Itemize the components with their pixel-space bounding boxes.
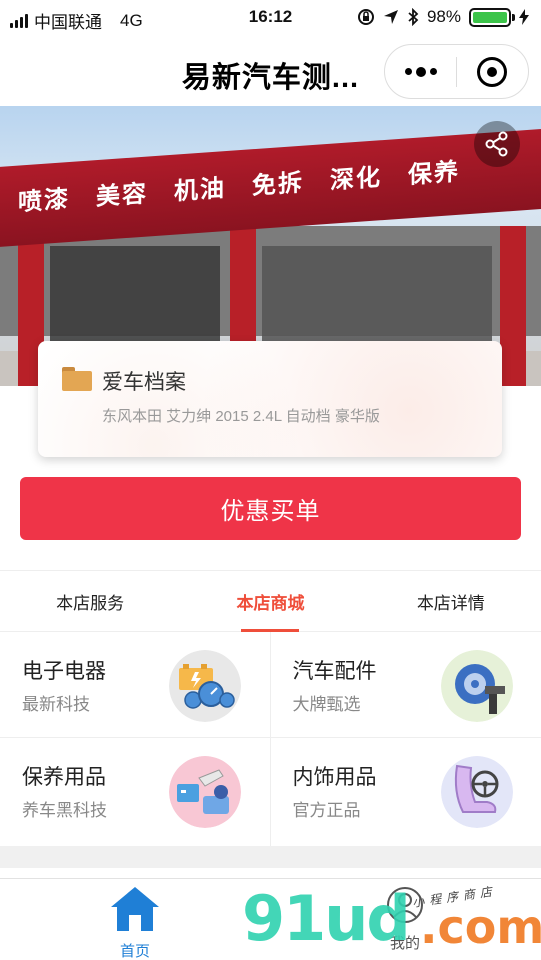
status-bar: 中国联通 4G 16:12 98%	[0, 0, 541, 36]
nav-bar: 易新汽车测...	[0, 36, 541, 106]
orientation-lock-icon	[357, 9, 374, 25]
tabbar-mine[interactable]: 我的	[355, 885, 455, 953]
bluetooth-icon	[408, 8, 419, 26]
close-target-icon	[477, 56, 508, 87]
category-car-parts[interactable]: 汽车配件 大牌甄选	[270, 632, 541, 738]
car-file-title: 爱车档案	[102, 371, 186, 394]
category-title: 汽车配件	[292, 660, 377, 683]
battery-icon	[469, 7, 515, 27]
bottom-tab-bar: 首页 我的	[0, 878, 541, 960]
electronics-gauge-icon	[169, 650, 241, 722]
tabbar-home-label: 首页	[119, 943, 150, 960]
category-title: 保养用品	[22, 766, 106, 789]
category-maintenance[interactable]: 保养用品 养车黑科技	[0, 738, 271, 846]
category-subtitle: 大牌甄选	[292, 695, 361, 714]
tab-store-services[interactable]: 本店服务	[0, 571, 180, 631]
home-icon	[111, 887, 159, 931]
tabbar-home[interactable]: 首页	[85, 885, 185, 960]
tire-parts-icon	[440, 650, 513, 722]
tab-store-details[interactable]: 本店详情	[361, 571, 541, 631]
store-tabs: 本店服务 本店商城 本店详情	[0, 570, 541, 632]
category-title: 内饰用品	[292, 766, 377, 789]
category-subtitle: 官方正品	[292, 801, 361, 820]
car-file-card[interactable]: 爱车档案 东风本田 艾力绅 2015 2.4L 自动档 豪华版	[38, 341, 502, 457]
charging-icon	[519, 9, 529, 25]
share-button[interactable]	[474, 121, 520, 167]
battery-percent: 98%	[426, 7, 461, 26]
more-icon	[404, 66, 437, 77]
category-electronics[interactable]: 电子电器 最新科技	[0, 632, 271, 738]
car-file-description: 东风本田 艾力绅 2015 2.4L 自动档 豪华版	[102, 408, 380, 425]
close-miniprogram-button[interactable]	[457, 45, 528, 98]
category-title: 电子电器	[22, 660, 106, 683]
category-grid: 电子电器 最新科技 汽车配件 大牌甄选 保养用品 养车黑科技 内饰用品 官方正品	[0, 632, 541, 846]
category-subtitle: 最新科技	[22, 695, 90, 714]
maintenance-tools-icon	[169, 756, 241, 828]
share-icon	[485, 131, 508, 157]
location-icon	[383, 10, 398, 24]
discount-pay-button[interactable]: 优惠买单	[20, 477, 521, 540]
menu-capsule	[384, 44, 529, 99]
folder-icon	[62, 367, 92, 391]
category-interior[interactable]: 内饰用品 官方正品	[271, 738, 541, 846]
more-button[interactable]	[385, 45, 456, 98]
car-seat-icon	[440, 756, 513, 828]
profile-icon	[387, 887, 423, 923]
tab-store-mall[interactable]: 本店商城	[180, 571, 360, 632]
tabbar-mine-label: 我的	[389, 935, 420, 952]
category-subtitle: 养车黑科技	[22, 801, 107, 820]
status-right: 98%	[357, 7, 529, 27]
